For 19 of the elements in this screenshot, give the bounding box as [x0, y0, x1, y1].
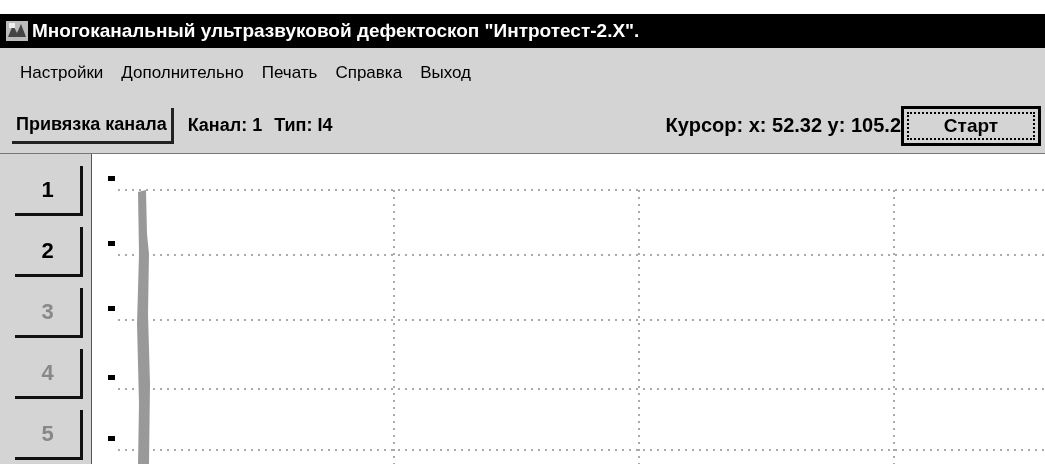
- app-icon: [6, 21, 28, 41]
- scale-mark: [108, 176, 115, 181]
- window-title: Многоканальный ультразвуковой дефектоскоп "Интротест-2.X".: [32, 20, 640, 42]
- cursor-readout: Курсор: x: 52.32 y: 105.2: [665, 114, 901, 137]
- channel-button[interactable]: 2: [15, 227, 83, 277]
- channel-label: Канал: 1: [187, 115, 263, 136]
- scale-mark: [108, 306, 115, 311]
- scale-mark: [108, 241, 115, 246]
- menu-item[interactable]: Выход: [420, 63, 471, 83]
- type-label: Тип: I4: [274, 115, 333, 136]
- scale-mark: [108, 375, 115, 380]
- menu-item[interactable]: Дополнительно: [121, 63, 244, 83]
- channel-binding-button[interactable]: Привязка канала: [12, 107, 174, 144]
- menu-item[interactable]: Печать: [261, 63, 318, 83]
- channel-button[interactable]: 1: [15, 166, 83, 216]
- menu-item[interactable]: Справка: [335, 63, 403, 83]
- scale-mark: [108, 436, 115, 441]
- menu-item[interactable]: Настройки: [20, 63, 104, 83]
- start-button[interactable]: Старт: [901, 105, 1041, 146]
